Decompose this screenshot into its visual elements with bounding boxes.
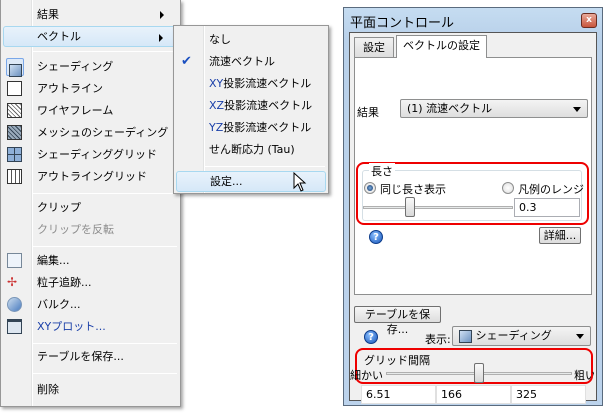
plane-control-window: 平面コントロール x 設定 ベクトルの設定 結果 (1) 流速ベクトル 長さ 同… — [343, 7, 603, 406]
menu-item-xy-plot[interactable]: XYプロット... — [3, 316, 178, 337]
mouse-cursor-icon — [293, 172, 307, 192]
menu-item-bulk[interactable]: バルク... — [3, 294, 178, 315]
submenu-arrow-icon — [159, 34, 163, 42]
menu-label: メッシュのシェーディング — [37, 126, 169, 139]
length-slider-track[interactable] — [363, 206, 513, 209]
menu-label: アウトライングリッド — [37, 170, 147, 183]
shading-grid-icon — [7, 147, 22, 162]
menu-label: シェーディング — [37, 60, 114, 73]
menu-item-vector[interactable]: ベクトル — [3, 26, 178, 47]
legend-range-label: 凡例のレンジ — [518, 183, 584, 196]
menu-label: クリップを反転 — [37, 223, 114, 236]
legend-range-radio[interactable] — [502, 182, 514, 194]
result-dropdown[interactable]: (1) 流速ベクトル — [400, 99, 588, 118]
menu-label: バルク... — [37, 298, 81, 311]
details-button[interactable]: 詳細... — [539, 227, 581, 244]
menu-label: アウトライン — [37, 82, 103, 95]
grid-spacing-label: グリッド間隔 — [364, 354, 430, 367]
menu-item-delete[interactable]: 削除 — [3, 379, 178, 400]
menu-label: 設定... — [210, 175, 243, 188]
help-icon[interactable]: ? — [369, 230, 383, 244]
shaded-cube-icon — [459, 329, 472, 343]
menu-item-mesh-shading[interactable]: メッシュのシェーディング — [3, 122, 178, 143]
display-label: 表示: — [425, 333, 451, 346]
menu-label: 粒子追跡... — [37, 276, 92, 289]
bulk-icon — [7, 297, 22, 312]
menu-label: 投影流速ベクトル — [224, 99, 313, 112]
submenu-item-velocity-vector[interactable]: ✔ 流速ベクトル — [176, 51, 326, 72]
menu-item-results[interactable]: 結果 — [3, 4, 178, 25]
submenu-arrow-icon — [160, 11, 164, 19]
submenu-item-xy-projected[interactable]: XY投影流速ベクトル — [176, 73, 326, 94]
menu-label: 流速ベクトル — [209, 55, 275, 68]
tab-settings[interactable]: 設定 — [354, 37, 394, 58]
submenu-item-shear-stress[interactable]: せん断応力 (Tau) — [176, 139, 326, 160]
menu-label: 投影流速ベクトル — [223, 77, 312, 90]
mesh-shading-cube-icon — [7, 125, 22, 140]
display-dropdown[interactable]: シェーディング — [452, 326, 591, 346]
outline-cube-icon — [7, 81, 22, 96]
display-value: シェーディング — [475, 329, 552, 342]
save-table-button[interactable]: テーブルを保存... — [354, 306, 441, 336]
tab-vector-settings[interactable]: ベクトルの設定 — [396, 35, 487, 58]
xy-plot-icon — [7, 319, 22, 334]
fine-label: 細かい — [350, 369, 383, 382]
axis-prefix: XZ — [209, 99, 225, 112]
menu-item-particle-trace[interactable]: ✢ 粒子追跡... — [3, 272, 178, 293]
shaded-cube-icon — [6, 58, 24, 77]
menu-label: テーブルを保存... — [37, 350, 124, 363]
help-icon[interactable]: ? — [364, 330, 378, 344]
menu-label: クリップ — [37, 201, 81, 214]
chevron-down-icon — [573, 107, 581, 112]
menu-label: なし — [209, 33, 231, 46]
submenu-item-yz-projected[interactable]: YZ投影流速ベクトル — [176, 117, 326, 138]
same-length-radio[interactable] — [364, 182, 376, 194]
result-value: (1) 流速ベクトル — [407, 102, 493, 115]
grid-min-value: 6.51 — [361, 385, 436, 404]
submenu-item-xz-projected[interactable]: XZ投影流速ベクトル — [176, 95, 326, 116]
menu-label: 投影流速ベクトル — [223, 121, 312, 134]
menu-label: せん断応力 (Tau) — [209, 143, 295, 156]
menu-item-shading[interactable]: シェーディング — [3, 56, 178, 77]
axis-prefix: YZ — [209, 121, 224, 134]
context-menu: 結果 ベクトル シェーディング アウトライン ワイヤフレーム メッシュのシェーデ… — [0, 0, 181, 407]
menu-item-wireframe[interactable]: ワイヤフレーム — [3, 100, 178, 121]
menu-label: 編集... — [37, 254, 70, 267]
menu-item-invert-clip: クリップを反転 — [3, 219, 178, 240]
menu-item-shading-grid[interactable]: シェーディンググリッド — [3, 144, 178, 165]
close-button[interactable]: x — [581, 13, 597, 28]
menu-label: 削除 — [37, 383, 59, 396]
window-title: 平面コントロール — [350, 16, 455, 31]
menu-label: ベクトル — [37, 30, 81, 43]
length-group-label: 長さ — [369, 163, 395, 179]
length-value-input[interactable]: 0.3 — [514, 198, 580, 217]
menu-item-outline[interactable]: アウトライン — [3, 78, 178, 99]
checkmark-icon: ✔ — [181, 54, 192, 69]
menu-label: シェーディンググリッド — [37, 148, 158, 161]
menu-item-edit[interactable]: 編集... — [3, 250, 178, 271]
menu-item-save-table[interactable]: テーブルを保存... — [3, 346, 178, 367]
outline-grid-icon — [7, 169, 22, 184]
menu-label: XYプロット... — [37, 320, 106, 333]
same-length-label: 同じ長さ表示 — [380, 183, 446, 196]
menu-label: 結果 — [37, 8, 59, 21]
vector-submenu: なし ✔ 流速ベクトル XY投影流速ベクトル XZ投影流速ベクトル YZ投影流速ベ… — [173, 25, 329, 194]
menu-label: ワイヤフレーム — [37, 104, 114, 117]
grid-max-value: 325 — [511, 385, 586, 404]
coarse-label: 粗い — [574, 369, 594, 382]
particle-trace-icon: ✢ — [7, 275, 18, 289]
wireframe-cube-icon — [7, 103, 22, 118]
grid-current-value: 166 — [436, 385, 511, 404]
vector-settings-pane: 結果 (1) 流速ベクトル 長さ 同じ長さ表示 凡例のレンジ 0.3 ? 詳細.… — [354, 57, 592, 295]
submenu-item-none[interactable]: なし — [176, 29, 326, 50]
axis-prefix: XY — [209, 77, 224, 90]
menu-item-outline-grid[interactable]: アウトライングリッド — [3, 166, 178, 187]
menu-item-clip[interactable]: クリップ — [3, 197, 178, 218]
length-slider-thumb[interactable] — [405, 197, 415, 217]
result-label: 結果 — [357, 106, 379, 119]
grid-slider-thumb[interactable] — [474, 363, 484, 383]
chevron-down-icon — [576, 334, 584, 339]
edit-icon — [7, 253, 22, 268]
